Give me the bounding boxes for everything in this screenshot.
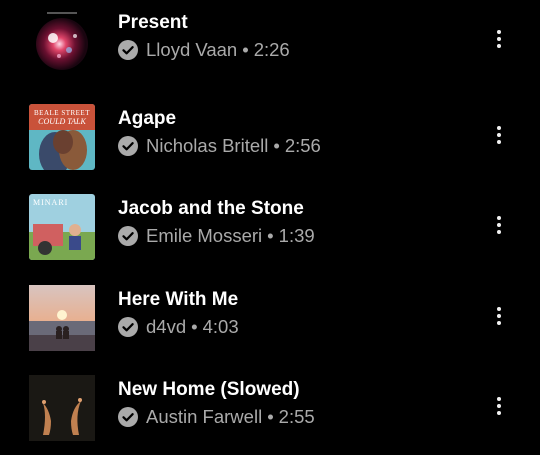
track-duration: 2:26	[253, 39, 290, 60]
verified-check-icon	[118, 136, 138, 156]
track-title: Agape	[118, 108, 177, 129]
track-title: Here With Me	[118, 289, 239, 310]
nebula-album-art	[29, 8, 95, 74]
track-row[interactable]: MINARI Jacob and the Stone Emile Mosseri…	[0, 186, 540, 276]
minari-album-art: MINARI	[29, 194, 95, 260]
sunset-couple-album-art	[29, 285, 95, 351]
track-subtitle: Austin Farwell • 2:55	[118, 405, 315, 429]
verified-check-icon	[118, 226, 138, 246]
track-duration: 2:56	[284, 135, 321, 156]
track-duration: 4:03	[202, 316, 239, 337]
track-artist: Lloyd Vaan	[146, 39, 238, 60]
beale-street-album-art: BEALE STREET COULD TALK	[29, 104, 95, 170]
track-duration: 1:39	[278, 225, 315, 246]
album-art-text-line2: COULD TALK	[38, 117, 86, 126]
track-row[interactable]: BEALE STREET COULD TALK Agape Nicholas B…	[0, 96, 540, 186]
track-title: Jacob and the Stone	[118, 198, 304, 219]
track-row[interactable]: Present Lloyd Vaan • 2:26	[0, 0, 540, 90]
separator-dot: •	[267, 406, 274, 427]
track-title: New Home (Slowed)	[118, 379, 300, 400]
track-subtitle: Emile Mosseri • 1:39	[118, 224, 315, 248]
more-options-icon[interactable]	[486, 210, 512, 240]
more-options-icon[interactable]	[486, 24, 512, 54]
track-artist: Emile Mosseri	[146, 225, 263, 246]
track-subtitle: Nicholas Britell • 2:56	[118, 134, 321, 158]
album-art-text-line1: BEALE STREET	[34, 109, 90, 117]
verified-check-icon	[118, 407, 138, 427]
track-subtitle: d4vd • 4:03	[118, 315, 239, 339]
album-art-title-text: MINARI	[33, 198, 69, 207]
separator-dot: •	[267, 225, 274, 246]
track-artist: d4vd	[146, 316, 187, 337]
verified-check-icon	[118, 317, 138, 337]
track-artist: Nicholas Britell	[146, 135, 269, 156]
separator-dot: •	[191, 316, 198, 337]
more-options-icon[interactable]	[486, 391, 512, 421]
more-options-icon[interactable]	[486, 301, 512, 331]
verified-check-icon	[118, 40, 138, 60]
more-options-icon[interactable]	[486, 120, 512, 150]
track-subtitle: Lloyd Vaan • 2:26	[118, 38, 290, 62]
track-artist: Austin Farwell	[146, 406, 263, 427]
hands-album-art	[29, 375, 95, 441]
separator-dot: •	[242, 39, 249, 60]
track-title: Present	[118, 12, 188, 33]
separator-dot: •	[273, 135, 280, 156]
track-list: Present Lloyd Vaan • 2:26 BEALE STREET C…	[0, 0, 540, 455]
track-row[interactable]: Here With Me d4vd • 4:03	[0, 277, 540, 367]
track-duration: 2:55	[278, 406, 315, 427]
track-row[interactable]: New Home (Slowed) Austin Farwell • 2:55	[0, 367, 540, 455]
